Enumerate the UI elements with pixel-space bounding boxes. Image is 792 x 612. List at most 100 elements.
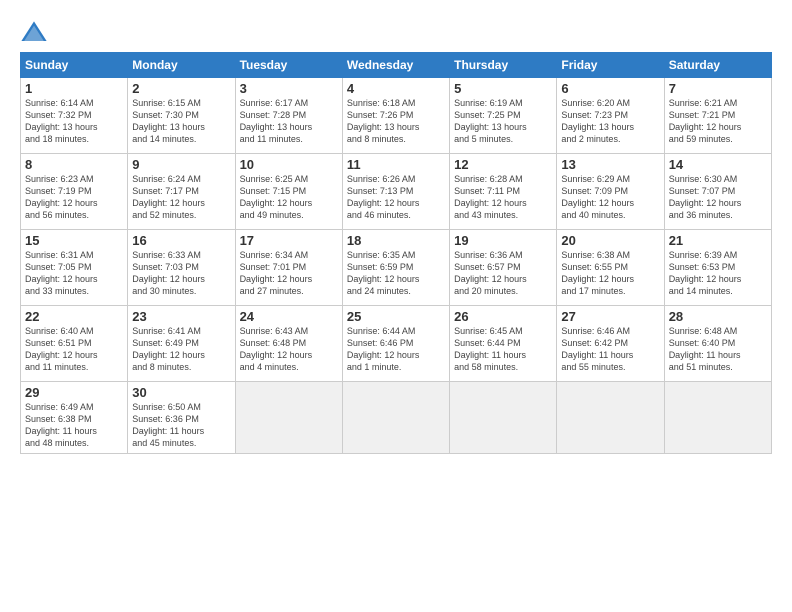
- day-info: Sunrise: 6:36 AMSunset: 6:57 PMDaylight:…: [454, 249, 552, 298]
- empty-cell: [235, 382, 342, 454]
- day-number: 18: [347, 233, 445, 248]
- header: [20, 16, 772, 48]
- day-number: 7: [669, 81, 767, 96]
- day-number: 1: [25, 81, 123, 96]
- column-header-friday: Friday: [557, 53, 664, 78]
- day-cell-12: 12Sunrise: 6:28 AMSunset: 7:11 PMDayligh…: [450, 154, 557, 230]
- column-header-tuesday: Tuesday: [235, 53, 342, 78]
- day-info: Sunrise: 6:23 AMSunset: 7:19 PMDaylight:…: [25, 173, 123, 222]
- day-number: 12: [454, 157, 552, 172]
- day-number: 11: [347, 157, 445, 172]
- day-cell-10: 10Sunrise: 6:25 AMSunset: 7:15 PMDayligh…: [235, 154, 342, 230]
- day-info: Sunrise: 6:18 AMSunset: 7:26 PMDaylight:…: [347, 97, 445, 146]
- day-cell-19: 19Sunrise: 6:36 AMSunset: 6:57 PMDayligh…: [450, 230, 557, 306]
- day-cell-18: 18Sunrise: 6:35 AMSunset: 6:59 PMDayligh…: [342, 230, 449, 306]
- week-row-1: 1Sunrise: 6:14 AMSunset: 7:32 PMDaylight…: [21, 78, 772, 154]
- day-info: Sunrise: 6:38 AMSunset: 6:55 PMDaylight:…: [561, 249, 659, 298]
- day-cell-25: 25Sunrise: 6:44 AMSunset: 6:46 PMDayligh…: [342, 306, 449, 382]
- day-number: 5: [454, 81, 552, 96]
- day-number: 8: [25, 157, 123, 172]
- header-row: SundayMondayTuesdayWednesdayThursdayFrid…: [21, 53, 772, 78]
- column-header-thursday: Thursday: [450, 53, 557, 78]
- day-cell-15: 15Sunrise: 6:31 AMSunset: 7:05 PMDayligh…: [21, 230, 128, 306]
- day-number: 27: [561, 309, 659, 324]
- day-info: Sunrise: 6:46 AMSunset: 6:42 PMDaylight:…: [561, 325, 659, 374]
- day-number: 24: [240, 309, 338, 324]
- day-cell-20: 20Sunrise: 6:38 AMSunset: 6:55 PMDayligh…: [557, 230, 664, 306]
- calendar-table: SundayMondayTuesdayWednesdayThursdayFrid…: [20, 52, 772, 454]
- empty-cell: [450, 382, 557, 454]
- day-cell-2: 2Sunrise: 6:15 AMSunset: 7:30 PMDaylight…: [128, 78, 235, 154]
- day-info: Sunrise: 6:33 AMSunset: 7:03 PMDaylight:…: [132, 249, 230, 298]
- day-number: 26: [454, 309, 552, 324]
- day-cell-29: 29Sunrise: 6:49 AMSunset: 6:38 PMDayligh…: [21, 382, 128, 454]
- week-row-2: 8Sunrise: 6:23 AMSunset: 7:19 PMDaylight…: [21, 154, 772, 230]
- day-cell-14: 14Sunrise: 6:30 AMSunset: 7:07 PMDayligh…: [664, 154, 771, 230]
- logo: [20, 20, 50, 48]
- day-cell-9: 9Sunrise: 6:24 AMSunset: 7:17 PMDaylight…: [128, 154, 235, 230]
- day-info: Sunrise: 6:14 AMSunset: 7:32 PMDaylight:…: [25, 97, 123, 146]
- day-number: 22: [25, 309, 123, 324]
- day-cell-23: 23Sunrise: 6:41 AMSunset: 6:49 PMDayligh…: [128, 306, 235, 382]
- day-number: 30: [132, 385, 230, 400]
- day-number: 19: [454, 233, 552, 248]
- day-cell-28: 28Sunrise: 6:48 AMSunset: 6:40 PMDayligh…: [664, 306, 771, 382]
- day-number: 2: [132, 81, 230, 96]
- day-number: 14: [669, 157, 767, 172]
- day-info: Sunrise: 6:29 AMSunset: 7:09 PMDaylight:…: [561, 173, 659, 222]
- day-info: Sunrise: 6:48 AMSunset: 6:40 PMDaylight:…: [669, 325, 767, 374]
- day-cell-21: 21Sunrise: 6:39 AMSunset: 6:53 PMDayligh…: [664, 230, 771, 306]
- day-info: Sunrise: 6:44 AMSunset: 6:46 PMDaylight:…: [347, 325, 445, 374]
- day-info: Sunrise: 6:26 AMSunset: 7:13 PMDaylight:…: [347, 173, 445, 222]
- day-cell-13: 13Sunrise: 6:29 AMSunset: 7:09 PMDayligh…: [557, 154, 664, 230]
- day-number: 9: [132, 157, 230, 172]
- day-info: Sunrise: 6:31 AMSunset: 7:05 PMDaylight:…: [25, 249, 123, 298]
- day-number: 4: [347, 81, 445, 96]
- column-header-wednesday: Wednesday: [342, 53, 449, 78]
- day-number: 16: [132, 233, 230, 248]
- day-number: 6: [561, 81, 659, 96]
- day-number: 23: [132, 309, 230, 324]
- day-number: 28: [669, 309, 767, 324]
- day-cell-30: 30Sunrise: 6:50 AMSunset: 6:36 PMDayligh…: [128, 382, 235, 454]
- column-header-saturday: Saturday: [664, 53, 771, 78]
- day-cell-5: 5Sunrise: 6:19 AMSunset: 7:25 PMDaylight…: [450, 78, 557, 154]
- day-cell-27: 27Sunrise: 6:46 AMSunset: 6:42 PMDayligh…: [557, 306, 664, 382]
- day-cell-16: 16Sunrise: 6:33 AMSunset: 7:03 PMDayligh…: [128, 230, 235, 306]
- day-cell-26: 26Sunrise: 6:45 AMSunset: 6:44 PMDayligh…: [450, 306, 557, 382]
- day-info: Sunrise: 6:15 AMSunset: 7:30 PMDaylight:…: [132, 97, 230, 146]
- day-cell-17: 17Sunrise: 6:34 AMSunset: 7:01 PMDayligh…: [235, 230, 342, 306]
- day-info: Sunrise: 6:20 AMSunset: 7:23 PMDaylight:…: [561, 97, 659, 146]
- day-info: Sunrise: 6:35 AMSunset: 6:59 PMDaylight:…: [347, 249, 445, 298]
- logo-icon: [20, 20, 48, 48]
- day-cell-7: 7Sunrise: 6:21 AMSunset: 7:21 PMDaylight…: [664, 78, 771, 154]
- empty-cell: [557, 382, 664, 454]
- day-number: 15: [25, 233, 123, 248]
- day-info: Sunrise: 6:21 AMSunset: 7:21 PMDaylight:…: [669, 97, 767, 146]
- day-info: Sunrise: 6:34 AMSunset: 7:01 PMDaylight:…: [240, 249, 338, 298]
- day-cell-4: 4Sunrise: 6:18 AMSunset: 7:26 PMDaylight…: [342, 78, 449, 154]
- week-row-3: 15Sunrise: 6:31 AMSunset: 7:05 PMDayligh…: [21, 230, 772, 306]
- day-number: 20: [561, 233, 659, 248]
- day-number: 29: [25, 385, 123, 400]
- day-info: Sunrise: 6:45 AMSunset: 6:44 PMDaylight:…: [454, 325, 552, 374]
- day-info: Sunrise: 6:49 AMSunset: 6:38 PMDaylight:…: [25, 401, 123, 450]
- day-cell-11: 11Sunrise: 6:26 AMSunset: 7:13 PMDayligh…: [342, 154, 449, 230]
- day-cell-8: 8Sunrise: 6:23 AMSunset: 7:19 PMDaylight…: [21, 154, 128, 230]
- day-cell-6: 6Sunrise: 6:20 AMSunset: 7:23 PMDaylight…: [557, 78, 664, 154]
- day-cell-24: 24Sunrise: 6:43 AMSunset: 6:48 PMDayligh…: [235, 306, 342, 382]
- day-info: Sunrise: 6:50 AMSunset: 6:36 PMDaylight:…: [132, 401, 230, 450]
- day-info: Sunrise: 6:25 AMSunset: 7:15 PMDaylight:…: [240, 173, 338, 222]
- column-header-sunday: Sunday: [21, 53, 128, 78]
- day-cell-22: 22Sunrise: 6:40 AMSunset: 6:51 PMDayligh…: [21, 306, 128, 382]
- day-info: Sunrise: 6:40 AMSunset: 6:51 PMDaylight:…: [25, 325, 123, 374]
- day-number: 3: [240, 81, 338, 96]
- day-cell-3: 3Sunrise: 6:17 AMSunset: 7:28 PMDaylight…: [235, 78, 342, 154]
- day-info: Sunrise: 6:28 AMSunset: 7:11 PMDaylight:…: [454, 173, 552, 222]
- empty-cell: [342, 382, 449, 454]
- day-number: 17: [240, 233, 338, 248]
- week-row-5: 29Sunrise: 6:49 AMSunset: 6:38 PMDayligh…: [21, 382, 772, 454]
- day-info: Sunrise: 6:19 AMSunset: 7:25 PMDaylight:…: [454, 97, 552, 146]
- day-cell-1: 1Sunrise: 6:14 AMSunset: 7:32 PMDaylight…: [21, 78, 128, 154]
- day-info: Sunrise: 6:43 AMSunset: 6:48 PMDaylight:…: [240, 325, 338, 374]
